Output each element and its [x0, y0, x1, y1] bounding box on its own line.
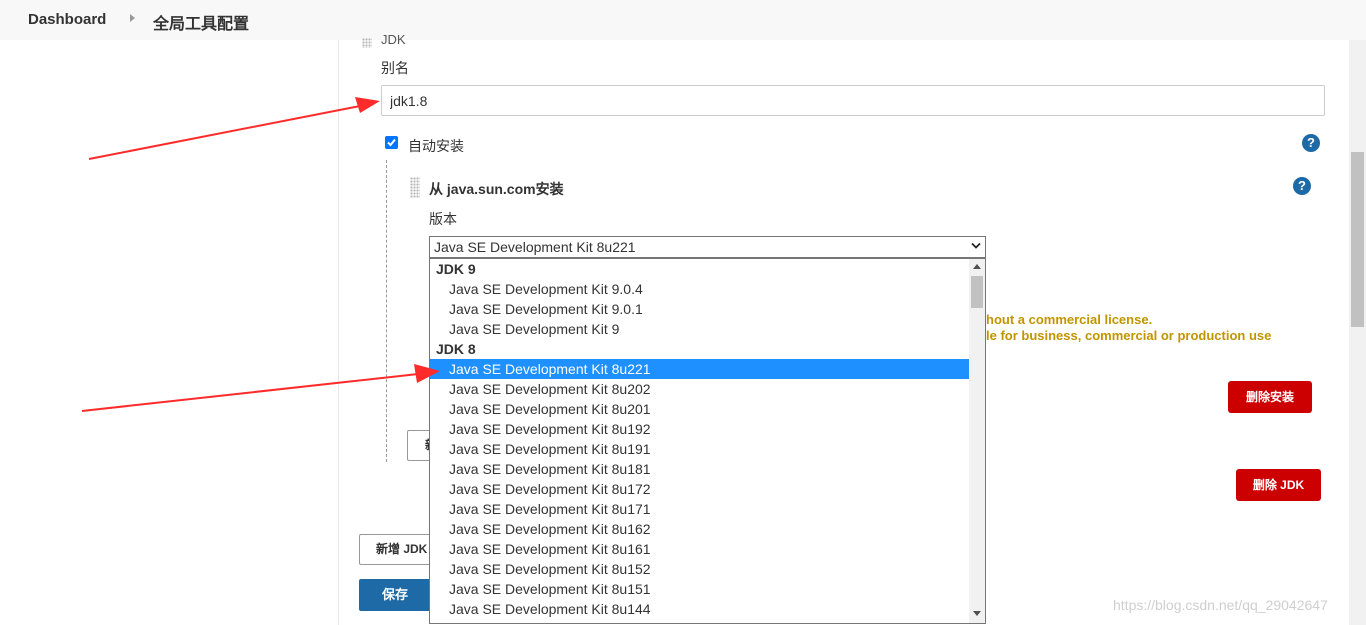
- delete-installer-button[interactable]: 删除安装: [1228, 381, 1312, 413]
- scroll-up-icon[interactable]: [973, 264, 981, 269]
- dropdown-option[interactable]: Java SE Development Kit 8u191: [430, 439, 969, 459]
- dropdown-scrollbar-thumb[interactable]: [971, 276, 983, 308]
- dropdown-option[interactable]: Java SE Development Kit 8u202: [430, 379, 969, 399]
- dropdown-option[interactable]: Java SE Development Kit 8u152: [430, 559, 969, 579]
- side-panel: [0, 40, 339, 625]
- drag-handle-icon[interactable]: [362, 38, 372, 48]
- breadcrumb-dashboard-link[interactable]: Dashboard: [28, 11, 106, 28]
- save-button[interactable]: 保存: [359, 579, 431, 611]
- version-select[interactable]: Java SE Development Kit 8u221: [429, 236, 986, 258]
- dropdown-option[interactable]: Java SE Development Kit 8u172: [430, 479, 969, 499]
- dropdown-option[interactable]: Java SE Development Kit 8u221: [430, 359, 969, 379]
- alias-input[interactable]: [381, 85, 1325, 116]
- dropdown-group-label: JDK 8: [436, 341, 476, 357]
- chevron-down-icon: [971, 242, 981, 249]
- scroll-down-icon[interactable]: [973, 611, 981, 616]
- license-warning-line2: le for business, commercial or productio…: [986, 328, 1272, 343]
- version-select-value: Java SE Development Kit 8u221: [434, 239, 636, 255]
- installer-border: [386, 160, 387, 462]
- add-jdk-button[interactable]: 新增 JDK: [359, 534, 439, 565]
- breadcrumb-current-page: 全局工具配置: [153, 16, 250, 33]
- dropdown-scrollbar[interactable]: [969, 259, 985, 623]
- auto-install-checkbox[interactable]: [385, 136, 398, 149]
- help-icon[interactable]: ?: [1293, 177, 1311, 195]
- watermark: https://blog.csdn.net/qq_29042647: [1113, 597, 1328, 613]
- dropdown-option[interactable]: Java SE Development Kit 9.0.1: [430, 299, 969, 319]
- dropdown-group-label: JDK 9: [436, 261, 476, 277]
- page-scrollbar-thumb[interactable]: [1351, 152, 1364, 327]
- page-scrollbar[interactable]: [1349, 40, 1366, 625]
- version-label: 版本: [429, 211, 457, 227]
- help-icon[interactable]: ?: [1302, 134, 1320, 152]
- dropdown-option[interactable]: Java SE Development Kit 8u201: [430, 399, 969, 419]
- dropdown-option[interactable]: Java SE Development Kit 8u151: [430, 579, 969, 599]
- drag-handle-icon[interactable]: [410, 177, 420, 198]
- license-warning-line1: hout a commercial license.: [986, 312, 1153, 327]
- jdk-section-header: JDK: [381, 32, 406, 47]
- check-icon: [387, 138, 396, 147]
- dropdown-option[interactable]: Java SE Development Kit 8u192: [430, 419, 969, 439]
- chevron-right-icon: [130, 14, 135, 22]
- dropdown-option[interactable]: Java SE Development Kit 8u181: [430, 459, 969, 479]
- delete-jdk-button[interactable]: 删除 JDK: [1236, 469, 1321, 501]
- dropdown-option[interactable]: Java SE Development Kit 8u144: [430, 599, 969, 619]
- installer-title: 从 java.sun.com安装: [429, 181, 564, 197]
- dropdown-option[interactable]: Java SE Development Kit 9.0.4: [430, 279, 969, 299]
- dropdown-option[interactable]: Java SE Development Kit 9: [430, 319, 969, 339]
- dropdown-option[interactable]: Java SE Development Kit 8u171: [430, 499, 969, 519]
- dropdown-option[interactable]: Java SE Development Kit 8u161: [430, 539, 969, 559]
- breadcrumb-bar: Dashboard 全局工具配置: [0, 0, 1366, 40]
- version-dropdown-list[interactable]: JDK 9 Java SE Development Kit 9.0.4 Java S…: [429, 258, 986, 624]
- dropdown-option[interactable]: Java SE Development Kit 8u162: [430, 519, 969, 539]
- dropdown-options: JDK 9 Java SE Development Kit 9.0.4 Java S…: [430, 259, 969, 619]
- alias-label: 别名: [381, 60, 409, 76]
- add-jdk-label: 新增 JDK: [376, 542, 428, 556]
- auto-install-label: 自动安装: [408, 138, 464, 154]
